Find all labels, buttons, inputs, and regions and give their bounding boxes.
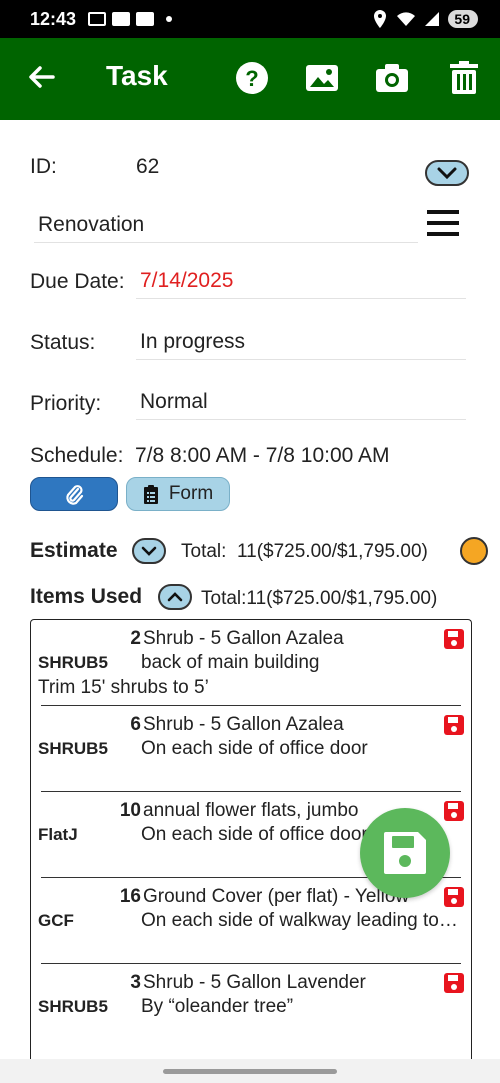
cast-icon: [88, 12, 107, 26]
item-location: By “oleander tree”: [141, 996, 294, 1017]
name-underline: [34, 242, 418, 243]
item-location: On each side of walkway leading to entra…: [141, 910, 461, 931]
menu-icon[interactable]: [427, 208, 459, 238]
status-time: 12:43: [30, 8, 77, 29]
battery-indicator: 59: [448, 10, 478, 28]
item-code: GCF: [38, 911, 74, 930]
attachment-button[interactable]: [30, 477, 118, 511]
expand-details-button[interactable]: [425, 160, 469, 186]
items-used-title: Items Used: [30, 585, 143, 608]
item-code: FlatJ: [38, 825, 78, 844]
due-date-label: Due Date:: [30, 270, 125, 293]
camera-icon[interactable]: [374, 60, 410, 96]
svg-text:?: ?: [245, 66, 258, 91]
save-fab-button[interactable]: [360, 808, 450, 898]
status-label: Status:: [30, 331, 96, 354]
item-quantity: 2: [130, 628, 141, 649]
item-quantity: 6: [130, 714, 141, 735]
items-used-total: Total:11($725.00/$1,795.00): [201, 588, 438, 609]
estimate-total: Total: 11($725.00/$1,795.00): [181, 541, 428, 562]
item-code: SHRUB5: [38, 997, 108, 1016]
task-name-field[interactable]: Renovation: [38, 213, 144, 237]
item-description: Shrub - 5 Gallon Azalea: [143, 628, 344, 649]
form-button-label: Form: [168, 483, 214, 504]
item-quantity: 3: [130, 972, 141, 993]
save-icon: [384, 832, 426, 874]
image-icon[interactable]: [304, 60, 340, 96]
list-item[interactable]: 2 Shrub - 5 Gallon Azalea SHRUB5 back of…: [31, 620, 471, 706]
priority-label: Priority:: [30, 392, 102, 415]
due-date-underline: [136, 298, 466, 299]
status-bar: 12:43 59: [0, 0, 500, 38]
location-icon: [374, 10, 387, 28]
save-item-icon[interactable]: [443, 972, 465, 994]
system-nav-bar: [0, 1059, 500, 1083]
clipboard-icon: [143, 485, 158, 504]
item-description: Shrub - 5 Gallon Azalea: [143, 714, 344, 735]
items-used-collapse-button[interactable]: [158, 584, 192, 610]
item-code: SHRUB5: [38, 739, 108, 758]
status-field[interactable]: In progress: [140, 330, 245, 354]
estimate-title: Estimate: [30, 539, 118, 562]
list-item[interactable]: 3 Shrub - 5 Gallon Lavender SHRUB5 By “o…: [31, 964, 471, 1050]
form-button[interactable]: Form: [126, 477, 230, 511]
trash-icon[interactable]: [446, 60, 482, 96]
status-underline: [136, 359, 466, 360]
item-description: Shrub - 5 Gallon Lavender: [143, 972, 366, 993]
chevron-down-icon: [437, 167, 457, 179]
estimate-expand-button[interactable]: [132, 538, 166, 564]
schedule-value[interactable]: 7/8 8:00 AM - 7/8 10:00 AM: [135, 444, 390, 468]
chevron-up-icon: [167, 592, 183, 602]
back-arrow-icon[interactable]: [26, 62, 56, 92]
save-item-icon[interactable]: [443, 628, 465, 650]
help-icon[interactable]: ?: [234, 60, 270, 96]
save-item-icon[interactable]: [443, 800, 465, 822]
list-item[interactable]: 6 Shrub - 5 Gallon Azalea SHRUB5 On each…: [31, 706, 471, 792]
paperclip-icon: [66, 485, 84, 505]
notification-icons: [88, 12, 173, 26]
priority-field[interactable]: Normal: [140, 390, 208, 414]
item-code: SHRUB5: [38, 653, 108, 672]
priority-underline: [136, 419, 466, 420]
wifi-icon: [397, 12, 416, 26]
estimate-status-indicator[interactable]: [460, 537, 488, 565]
save-item-icon[interactable]: [443, 714, 465, 736]
chevron-down-icon: [141, 546, 157, 556]
app-notification-icon: [136, 12, 155, 26]
schedule-label: Schedule:: [30, 444, 124, 467]
app-bar: Task ?: [0, 38, 500, 120]
item-note: Trim 15' shrubs to 5’: [38, 677, 209, 698]
save-item-icon[interactable]: [443, 886, 465, 908]
signal-icon: [425, 12, 440, 26]
mail-icon: [112, 12, 131, 26]
item-quantity: 10: [119, 800, 141, 821]
item-location: back of main building: [141, 652, 320, 673]
item-location: On each side of office door: [141, 738, 368, 759]
home-gesture-handle[interactable]: [163, 1069, 337, 1074]
id-label: ID:: [30, 155, 57, 178]
page-title: Task: [106, 60, 168, 91]
id-value: 62: [136, 155, 160, 178]
due-date-field[interactable]: 7/14/2025: [140, 269, 233, 293]
item-quantity: 16: [119, 886, 141, 907]
more-notifications-icon: [166, 16, 173, 22]
